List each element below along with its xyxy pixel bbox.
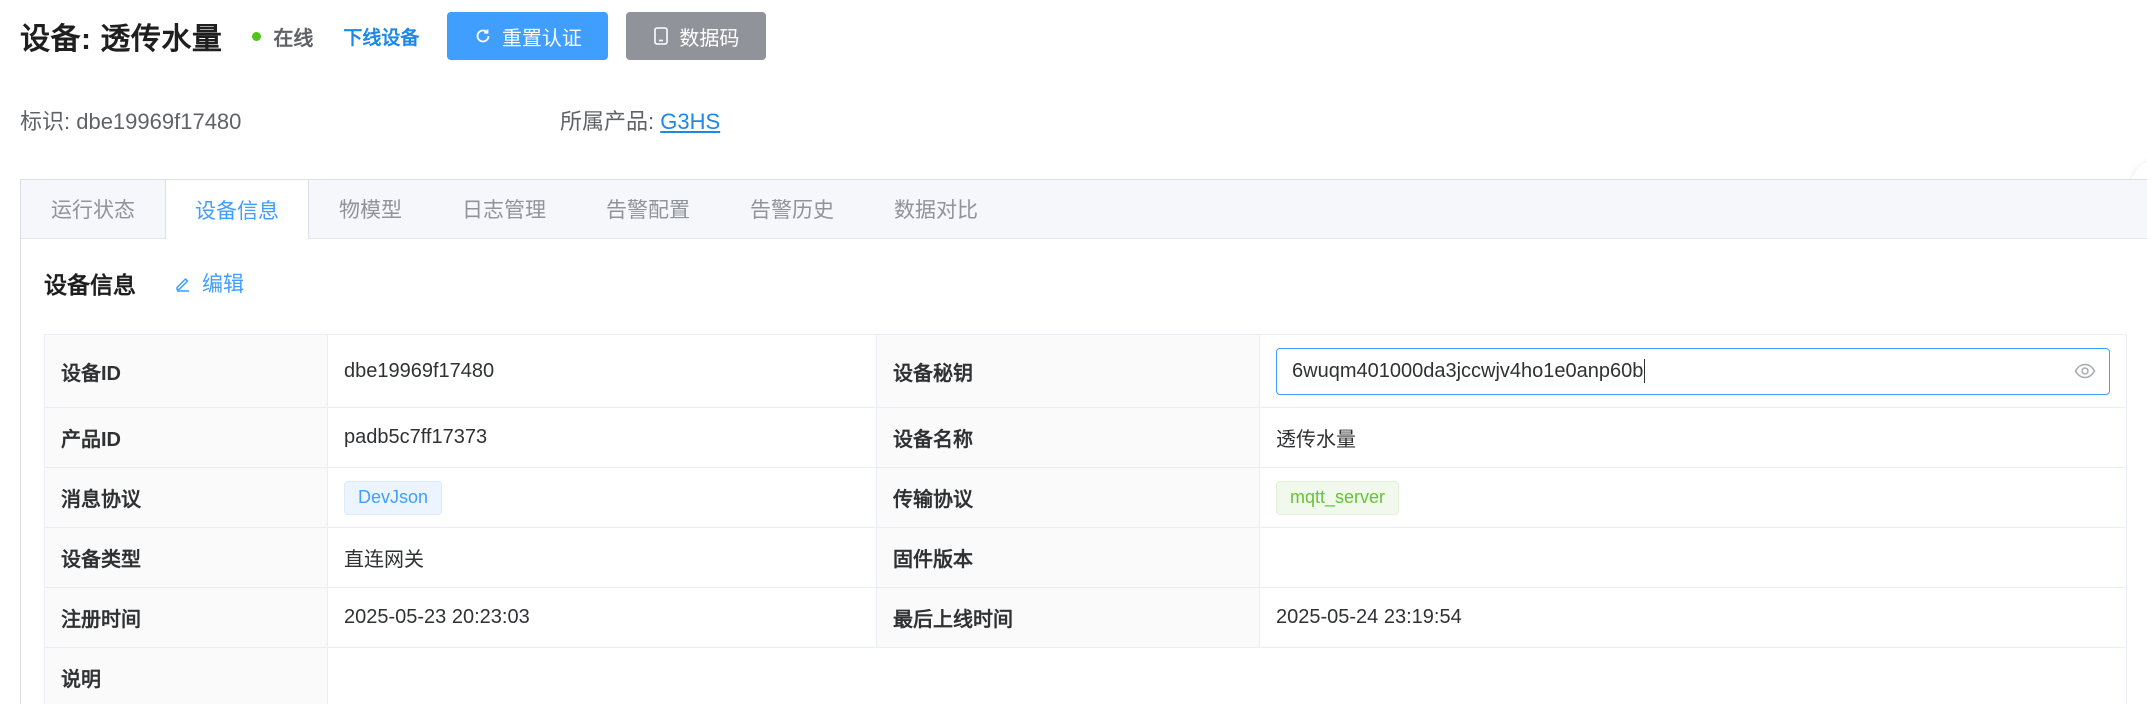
tab-run-status[interactable]: 运行状态 [21,180,165,238]
edit-pencil-icon [174,274,192,292]
section-header: 设备信息 编辑 [44,266,244,300]
device-identifier: 标识: dbe19969f17480 [20,109,242,134]
tab-alarm-config[interactable]: 告警配置 [576,180,720,238]
firmware-value [1259,527,2127,588]
tab-device-info[interactable]: 设备信息 [165,180,309,239]
data-code-label: 数据码 [679,27,740,50]
product-label: 所属产品: [560,109,661,134]
product-id-label: 产品ID [44,407,328,468]
eye-icon[interactable] [2074,362,2096,380]
device-detail-page: 设备: 透传水量 在线 下线设备 重置认证 数据码 标识: dbe19969f1… [0,0,2147,704]
device-type-value: 直连网关 [327,527,877,588]
transport-tag: mqtt_server [1276,480,1400,515]
product-info: 所属产品: G3HS [560,104,720,136]
last-online-value: 2025-05-24 23:19:54 [1259,587,2127,648]
device-name-value: 透传水量 [1259,407,2127,468]
status-text: 在线 [273,27,314,50]
edit-button[interactable]: 编辑 [174,268,244,298]
transport-label: 传输协议 [876,467,1260,528]
table-row: 设备ID dbe19969f17480 设备秘钥 6wuqm401000da3j… [44,334,2127,408]
transport-cell: mqtt_server [1259,467,2127,528]
status-indicator: 在线 [252,22,313,51]
offline-device-link[interactable]: 下线设备 [343,23,419,50]
device-tabs-card: 运行状态 设备信息 物模型 日志管理 告警配置 告警历史 数据对比 设备信息 编… [20,179,2147,704]
product-link[interactable]: G3HS [660,109,720,134]
edit-label: 编辑 [202,273,244,296]
refresh-icon [474,27,492,45]
device-id-value: dbe19969f17480 [327,334,877,408]
online-status-dot-icon [252,31,262,41]
tab-data-compare[interactable]: 数据对比 [864,180,1008,238]
product-id-value: padb5c7ff17373 [327,407,877,468]
last-online-label: 最后上线时间 [876,587,1260,648]
msg-protocol-label: 消息协议 [44,467,328,528]
text-caret [1644,359,1646,383]
description-value [327,647,2127,704]
device-type-label: 设备类型 [44,527,328,588]
tab-alarm-history[interactable]: 告警历史 [720,180,864,238]
reset-auth-button[interactable]: 重置认证 [447,12,609,60]
device-secret-value: 6wuqm401000da3jccwjv4ho1e0anp60b [1292,359,1644,382]
firmware-label: 固件版本 [876,527,1260,588]
table-row: 注册时间 2025-05-23 20:23:03 最后上线时间 2025-05-… [44,587,2127,648]
reset-auth-label: 重置认证 [501,27,582,50]
device-id-label: 设备ID [44,334,328,408]
register-time-label: 注册时间 [44,587,328,648]
table-row: 说明 [44,647,2127,704]
section-title: 设备信息 [44,272,136,298]
register-time-value: 2025-05-23 20:23:03 [327,587,877,648]
device-name-label: 设备名称 [876,407,1260,468]
tab-thing-model[interactable]: 物模型 [309,180,432,238]
table-row: 设备类型 直连网关 固件版本 [44,527,2127,588]
page-header: 设备: 透传水量 在线 下线设备 重置认证 数据码 [20,12,767,60]
secret-cell: 6wuqm401000da3jccwjv4ho1e0anp60b [1259,334,2127,408]
msg-protocol-tag: DevJson [344,480,443,515]
device-secret-input[interactable]: 6wuqm401000da3jccwjv4ho1e0anp60b [1276,347,2110,395]
tab-bar: 运行状态 设备信息 物模型 日志管理 告警配置 告警历史 数据对比 [21,180,2147,239]
table-row: 消息协议 DevJson 传输协议 mqtt_server [44,467,2127,528]
table-row: 产品ID padb5c7ff17373 设备名称 透传水量 [44,407,2127,468]
tab-log-management[interactable]: 日志管理 [432,180,576,238]
description-label: 说明 [44,647,328,704]
msg-protocol-cell: DevJson [327,467,877,528]
data-code-button[interactable]: 数据码 [626,12,767,60]
secret-label: 设备秘钥 [876,334,1260,408]
phone-icon [653,27,669,45]
device-info-table: 设备ID dbe19969f17480 设备秘钥 6wuqm401000da3j… [44,334,2127,704]
page-title: 设备: 透传水量 [20,23,223,56]
